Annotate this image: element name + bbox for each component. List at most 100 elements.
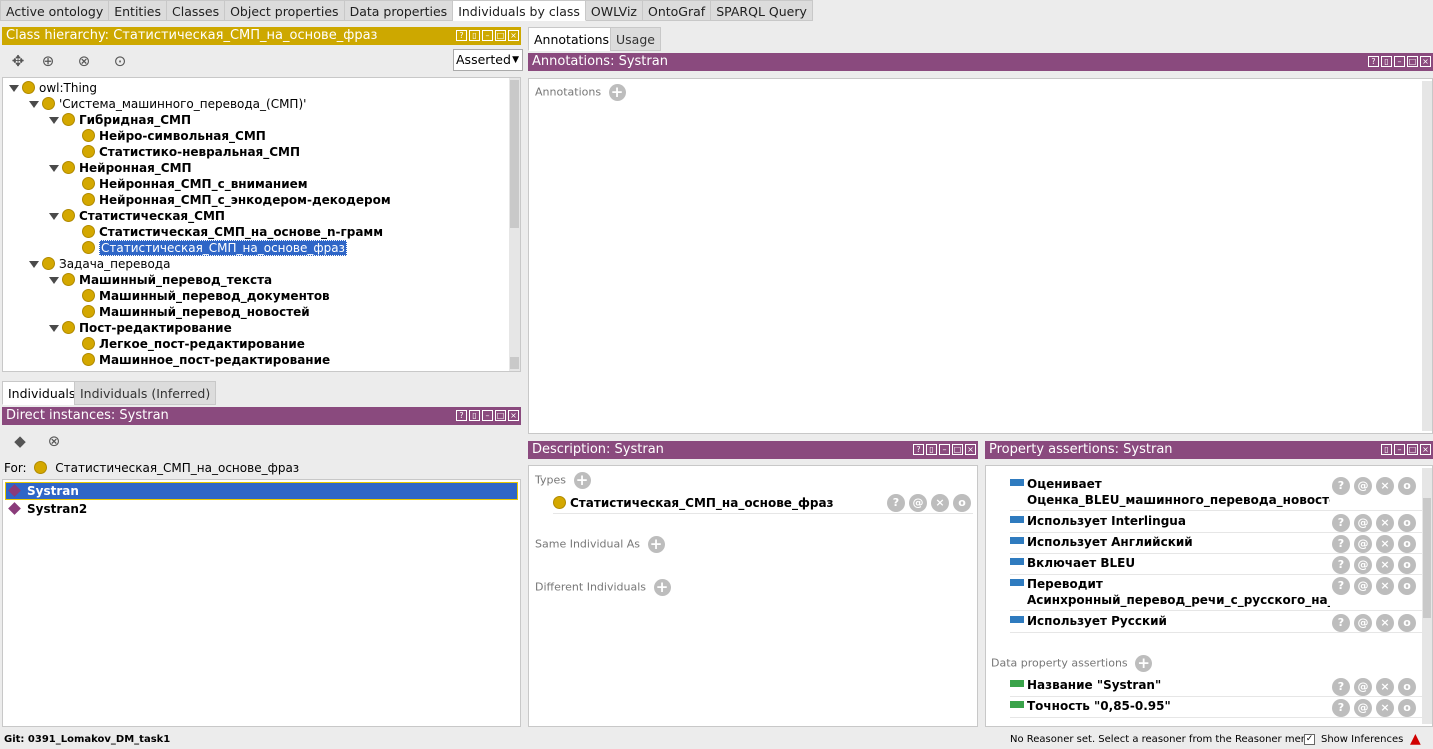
add-same-individual-button[interactable]: + [647, 536, 665, 553]
edit-button[interactable]: o [1398, 514, 1416, 532]
individual-row[interactable]: Systran2 [5, 500, 518, 518]
split-icon[interactable]: ▯ [1381, 56, 1392, 67]
annotations-scrollbar[interactable] [1422, 81, 1432, 431]
edit-button[interactable]: o [1398, 577, 1416, 595]
tree-node[interactable]: Гибридная_СМП [49, 112, 191, 128]
tree-node[interactable]: Машинный_перевод_документов [69, 288, 330, 304]
tree-node[interactable]: Задача_перевода [29, 256, 170, 272]
asserted-select[interactable]: Asserted ▼ [453, 49, 523, 71]
annotate-button[interactable]: @ [1354, 477, 1372, 495]
edit-button[interactable]: o [1398, 678, 1416, 696]
add-individual-icon[interactable]: ◆ [10, 431, 30, 451]
tree-node[interactable]: Машинное_пост-редактирование [69, 352, 330, 368]
explain-button[interactable]: ? [1332, 477, 1350, 495]
annotate-button[interactable]: @ [1354, 699, 1372, 717]
edit-button[interactable]: o [1398, 556, 1416, 574]
maximize-icon[interactable]: □ [495, 30, 506, 41]
tab-5[interactable]: Individuals by class [453, 0, 586, 21]
maximize-icon[interactable]: □ [495, 410, 506, 421]
explain-button[interactable]: ? [887, 494, 905, 512]
edit-button[interactable]: o [1398, 477, 1416, 495]
close-icon[interactable]: × [508, 30, 519, 41]
tree-node[interactable]: Легкое_пост-редактирование [69, 336, 305, 352]
explain-button[interactable]: ? [1332, 678, 1350, 696]
tab-3[interactable]: Object properties [225, 0, 345, 21]
explain-button[interactable]: ? [1332, 699, 1350, 717]
individual-row[interactable]: Systran [5, 482, 518, 500]
edit-button[interactable]: o [1398, 699, 1416, 717]
delete-button[interactable]: × [1376, 614, 1394, 632]
find-class-icon[interactable]: ⊙ [110, 51, 130, 71]
help-icon[interactable]: ? [456, 30, 467, 41]
expand-toggle-icon[interactable] [29, 101, 39, 108]
class-tree-scroll-end[interactable] [510, 357, 519, 369]
close-icon[interactable]: × [1420, 444, 1431, 455]
close-icon[interactable]: × [1420, 56, 1431, 67]
class-tree-scroll-thumb[interactable] [510, 80, 519, 228]
tree-node[interactable]: 'Система_машинного_перевода_(СМП)' [29, 96, 306, 112]
delete-button[interactable]: × [1376, 699, 1394, 717]
property-scrollbar[interactable] [1422, 468, 1432, 724]
tab-0[interactable]: Active ontology [0, 0, 110, 21]
tab-2[interactable]: Classes [167, 0, 226, 21]
delete-class-icon[interactable]: ⊗ [74, 51, 94, 71]
split-icon[interactable]: ▯ [926, 444, 937, 455]
expand-toggle-icon[interactable] [29, 261, 39, 268]
tree-node[interactable]: Статистико-невральная_СМП [69, 144, 300, 160]
tree-node[interactable]: Нейронная_СМП_с_энкодером-декодером [69, 192, 391, 208]
tree-node[interactable]: Статистическая_СМП_на_основе_n-грамм [69, 224, 383, 240]
delete-button[interactable]: × [1376, 678, 1394, 696]
explain-button[interactable]: ? [1332, 577, 1350, 595]
annotate-button[interactable]: @ [1354, 514, 1372, 532]
help-icon[interactable]: ? [456, 410, 467, 421]
expand-toggle-icon[interactable] [49, 117, 59, 124]
annotate-button[interactable]: @ [909, 494, 927, 512]
tab-annotations[interactable]: Annotations [528, 27, 616, 51]
tab-1[interactable]: Entities [109, 0, 167, 21]
expand-toggle-icon[interactable] [49, 165, 59, 172]
minimize-icon[interactable]: – [939, 444, 950, 455]
tree-node[interactable]: Машинный_перевод_новостей [69, 304, 310, 320]
tab-individuals-inferred[interactable]: Individuals (Inferred) [74, 381, 217, 405]
explain-button[interactable]: ? [1332, 514, 1350, 532]
tree-node[interactable]: Пост-редактирование [49, 320, 232, 336]
delete-individual-icon[interactable]: ⊗ [44, 431, 64, 451]
tree-node[interactable]: Машинный_перевод_текста [49, 272, 272, 288]
delete-button[interactable]: × [1376, 556, 1394, 574]
annotate-button[interactable]: @ [1354, 614, 1372, 632]
tab-7[interactable]: OntoGraf [643, 0, 712, 21]
class-tree-scrollbar[interactable] [509, 78, 520, 371]
split-icon[interactable]: ▯ [469, 410, 480, 421]
tree-node[interactable]: Нейронная_СМП [49, 160, 192, 176]
delete-button[interactable]: × [1376, 535, 1394, 553]
delete-button[interactable]: × [1376, 477, 1394, 495]
edit-button[interactable]: o [953, 494, 971, 512]
tree-node[interactable]: owl:Thing [9, 80, 97, 96]
add-data-property-button[interactable]: + [1135, 655, 1153, 672]
maximize-icon[interactable]: □ [1407, 56, 1418, 67]
show-inferences-checkbox[interactable]: ✓ [1304, 734, 1315, 745]
delete-button[interactable]: × [1376, 577, 1394, 595]
add-subclass-icon[interactable]: ✥ [8, 51, 28, 71]
add-different-individual-button[interactable]: + [653, 579, 671, 596]
maximize-icon[interactable]: □ [1407, 444, 1418, 455]
add-annotation-button[interactable]: + [608, 84, 626, 101]
expand-toggle-icon[interactable] [49, 213, 59, 220]
tree-node[interactable]: Нейро-символьная_СМП [69, 128, 266, 144]
explain-button[interactable]: ? [1332, 614, 1350, 632]
minimize-icon[interactable]: – [482, 410, 493, 421]
annotate-button[interactable]: @ [1354, 556, 1372, 574]
tab-8[interactable]: SPARQL Query [711, 0, 813, 21]
expand-toggle-icon[interactable] [9, 85, 19, 92]
expand-toggle-icon[interactable] [49, 277, 59, 284]
delete-button[interactable]: × [1376, 514, 1394, 532]
help-icon[interactable]: ? [1368, 56, 1379, 67]
maximize-icon[interactable]: □ [952, 444, 963, 455]
add-type-button[interactable]: + [573, 472, 591, 489]
tab-6[interactable]: OWLViz [585, 0, 643, 21]
property-scroll-thumb[interactable] [1423, 498, 1431, 618]
annotate-button[interactable]: @ [1354, 535, 1372, 553]
minimize-icon[interactable]: – [1394, 56, 1405, 67]
tab-usage[interactable]: Usage [610, 27, 661, 51]
tab-individuals[interactable]: Individuals [2, 381, 82, 405]
